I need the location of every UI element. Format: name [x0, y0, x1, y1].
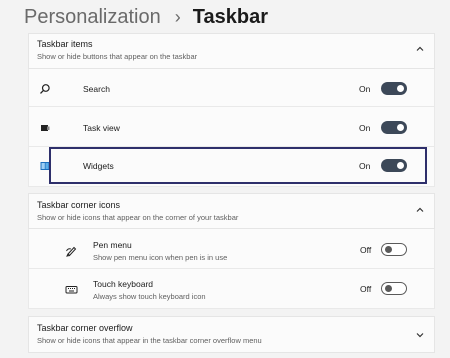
settings-page: Personalization › Taskbar Taskbar items … — [0, 0, 450, 358]
keyboard-icon — [64, 282, 78, 296]
section-subtitle: Show or hide icons that appear on the co… — [37, 213, 239, 222]
section-subtitle: Show or hide buttons that appear on the … — [37, 52, 198, 61]
touch-keyboard-toggle[interactable] — [381, 282, 407, 295]
toggle-knob — [397, 85, 404, 92]
toggle-knob — [385, 246, 392, 253]
setting-label: Touch keyboard — [93, 279, 154, 289]
toggle-state-text: On — [359, 123, 371, 133]
toggle-state-text: On — [359, 84, 371, 94]
setting-label: Pen menu — [93, 240, 132, 250]
page-title: Taskbar — [192, 5, 268, 28]
breadcrumb: Personalization › Taskbar — [24, 4, 268, 30]
search-icon — [38, 82, 52, 96]
task-view-icon — [38, 121, 52, 135]
section-corner-icons-header[interactable]: Taskbar corner icons Show or hide icons … — [28, 193, 435, 229]
setting-label: Search — [83, 84, 110, 94]
pen-icon — [64, 243, 78, 257]
section-subtitle: Show or hide icons that appear in the ta… — [37, 336, 262, 345]
setting-row-touch-keyboard — [28, 269, 435, 309]
section-corner-overflow-header[interactable]: Taskbar corner overflow Show or hide ico… — [28, 316, 435, 353]
setting-description: Show pen menu icon when pen is in use — [93, 253, 228, 262]
setting-label: Task view — [83, 123, 120, 133]
breadcrumb-parent[interactable]: Personalization — [24, 6, 161, 29]
widgets-highlight-box — [49, 147, 427, 184]
section-taskbar-items-header[interactable]: Taskbar items Show or hide buttons that … — [28, 33, 435, 69]
section-title: Taskbar corner overflow — [37, 323, 133, 333]
chevron-up-icon[interactable] — [414, 204, 426, 216]
setting-description: Always show touch keyboard icon — [93, 292, 206, 301]
section-title: Taskbar items — [37, 39, 93, 49]
toggle-state-text: Off — [360, 284, 372, 294]
section-title: Taskbar corner icons — [37, 200, 121, 210]
pen-menu-toggle[interactable] — [381, 243, 407, 256]
task-view-toggle[interactable] — [381, 121, 407, 134]
toggle-knob — [397, 124, 404, 131]
setting-row-pen-menu — [28, 229, 435, 269]
breadcrumb-separator: › — [174, 6, 181, 27]
toggle-knob — [385, 285, 392, 292]
search-toggle[interactable] — [381, 82, 407, 95]
toggle-state-text: Off — [360, 245, 372, 255]
chevron-up-icon[interactable] — [414, 43, 426, 55]
chevron-down-icon[interactable] — [414, 329, 426, 341]
